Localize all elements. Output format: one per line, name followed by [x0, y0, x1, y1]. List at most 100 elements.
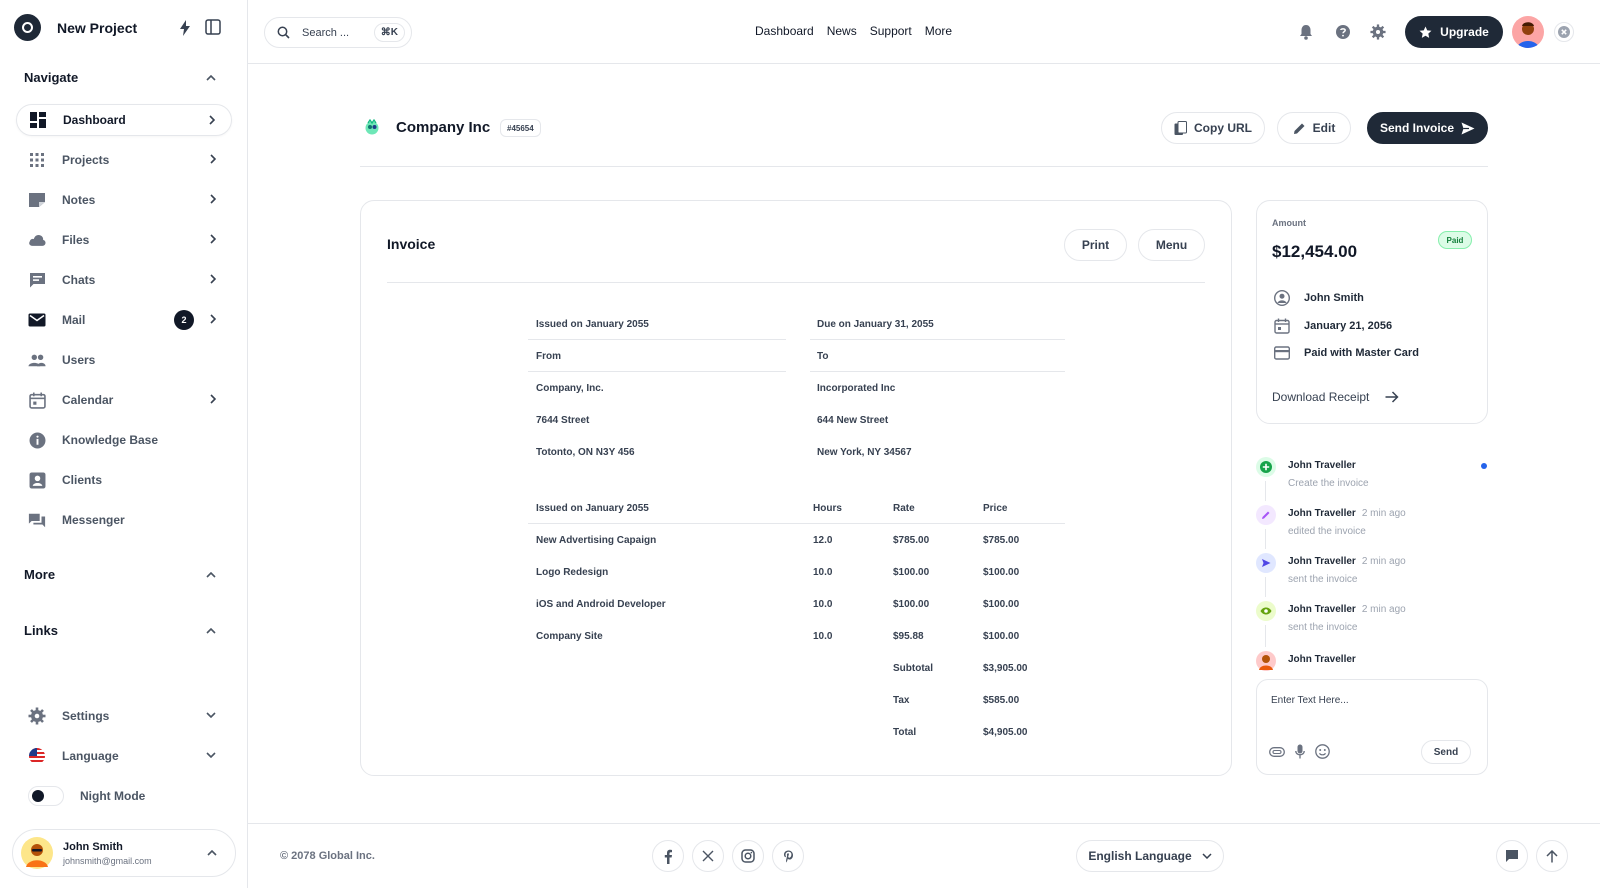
sidebar-item-calendar[interactable]: Calendar — [16, 384, 232, 416]
menu-button[interactable]: Menu — [1138, 229, 1205, 261]
comment-input[interactable] — [1271, 695, 1471, 719]
more-section-header[interactable]: More — [24, 567, 216, 582]
row-divider — [810, 371, 1065, 372]
users-icon — [28, 351, 46, 369]
search-bar[interactable]: ⌘K — [264, 17, 412, 48]
menu-label: Menu — [1155, 238, 1188, 252]
customer-name: John Smith — [1304, 292, 1364, 304]
send-comment-button[interactable]: Send — [1421, 740, 1471, 764]
user-email: johnsmith@gmail.com — [63, 855, 152, 866]
facebook-icon[interactable] — [652, 840, 684, 872]
attachment-icon[interactable] — [1269, 747, 1285, 757]
chevron-right-icon — [210, 314, 216, 324]
sidebar-toggle-icon[interactable] — [205, 19, 221, 35]
night-mode-toggle[interactable] — [28, 786, 64, 806]
sidebar-item-mail[interactable]: Mail 2 — [16, 304, 232, 336]
chevron-right-icon — [210, 234, 216, 244]
sidebar-item-label: Messenger — [62, 513, 125, 527]
links-section-header[interactable]: Links — [24, 623, 216, 638]
night-mode-label: Night Mode — [80, 789, 146, 803]
sidebar-item-clients[interactable]: Clients — [16, 464, 232, 496]
top-nav-news[interactable]: News — [827, 24, 857, 38]
table-header-cell: Issued on January 2055 — [536, 503, 649, 514]
navigate-title: Navigate — [24, 70, 79, 85]
to-address-line: 644 New Street — [817, 415, 889, 426]
more-title: More — [24, 567, 56, 582]
send-invoice-button[interactable]: Send Invoice — [1367, 112, 1488, 144]
sidebar-item-label: Mail — [62, 313, 86, 327]
arrow-right-icon — [1385, 391, 1399, 403]
table-cell: $100.00 — [983, 567, 1020, 578]
language-select[interactable]: English Language — [1076, 840, 1224, 872]
table-header-cell: Price — [983, 503, 1008, 514]
calendar-icon — [28, 391, 46, 409]
activity-user: John Traveller — [1288, 654, 1356, 665]
calendar-icon — [1274, 318, 1290, 334]
navigate-section-header[interactable]: Navigate — [24, 70, 216, 85]
table-cell: $100.00 — [893, 599, 930, 610]
brand[interactable]: New Project — [14, 14, 137, 41]
send-icon — [1261, 558, 1271, 568]
close-icon[interactable] — [1554, 22, 1574, 42]
contact-icon — [28, 471, 46, 489]
sidebar-item-files[interactable]: Files — [16, 224, 232, 256]
company-logo-icon — [364, 119, 380, 135]
brand-logo-icon — [14, 14, 41, 41]
sidebar-item-knowledge-base[interactable]: Knowledge Base — [16, 424, 232, 456]
bolt-icon[interactable] — [180, 20, 190, 36]
edit-button[interactable]: Edit — [1277, 112, 1351, 144]
from-address-line: 7644 Street — [536, 415, 590, 426]
table-cell: $95.88 — [893, 631, 924, 642]
top-nav-more[interactable]: More — [925, 24, 952, 38]
chevron-down-icon — [206, 712, 216, 718]
settings-label: Settings — [62, 709, 110, 723]
avatar[interactable] — [1512, 16, 1544, 48]
download-receipt-link[interactable]: Download Receipt — [1272, 390, 1399, 404]
sidebar-item-dashboard[interactable]: Dashboard — [16, 104, 232, 136]
chevron-right-icon — [210, 154, 216, 164]
sidebar-item-users[interactable]: Users — [16, 344, 232, 376]
activity-time: 2 min ago — [1361, 556, 1406, 567]
activity-icon — [1256, 601, 1276, 621]
print-button[interactable]: Print — [1064, 229, 1127, 261]
upgrade-button[interactable]: Upgrade — [1405, 16, 1503, 48]
invoice-id-badge: #45654 — [500, 119, 541, 137]
timeline-connector — [1265, 625, 1266, 647]
help-icon[interactable] — [1335, 24, 1351, 40]
timeline-connector — [1265, 529, 1266, 549]
search-input[interactable] — [302, 26, 372, 39]
settings-item[interactable]: Settings — [28, 704, 216, 728]
sidebar-item-chats[interactable]: Chats — [16, 264, 232, 296]
instagram-icon[interactable] — [732, 840, 764, 872]
sidebar-item-label: Knowledge Base — [62, 433, 159, 447]
sidebar-item-notes[interactable]: Notes — [16, 184, 232, 216]
x-twitter-icon[interactable] — [692, 840, 724, 872]
search-icon — [277, 26, 290, 39]
arrow-up-icon[interactable] — [1536, 840, 1568, 872]
activity-icon — [1256, 457, 1276, 477]
language-item[interactable]: Language — [28, 744, 216, 768]
chat-icon[interactable] — [1496, 840, 1528, 872]
from-label: From — [536, 351, 561, 362]
upgrade-label: Upgrade — [1440, 25, 1489, 39]
microphone-icon[interactable] — [1295, 744, 1305, 759]
summary-value: $4,905.00 — [983, 727, 1028, 738]
user-icon — [1274, 290, 1290, 306]
sidebar-item-messenger[interactable]: Messenger — [16, 504, 232, 536]
activity-user: John Traveller — [1288, 508, 1356, 519]
top-nav-support[interactable]: Support — [870, 24, 912, 38]
sidebar-item-projects[interactable]: Projects — [16, 144, 232, 176]
chevron-up-icon — [206, 627, 216, 634]
emoji-icon[interactable] — [1315, 744, 1330, 759]
gear-icon[interactable] — [1370, 24, 1386, 40]
table-cell: 10.0 — [813, 599, 833, 610]
bell-icon[interactable] — [1299, 24, 1313, 40]
chevron-down-icon — [1202, 853, 1212, 859]
plus-icon — [1260, 461, 1272, 473]
credit-card-icon — [1274, 346, 1290, 360]
copy-url-button[interactable]: Copy URL — [1161, 112, 1265, 144]
user-profile-card[interactable]: John Smith johnsmith@gmail.com — [12, 829, 236, 877]
top-nav-dashboard[interactable]: Dashboard — [755, 24, 814, 38]
pinterest-icon[interactable] — [772, 840, 804, 872]
table-cell: $785.00 — [893, 535, 930, 546]
